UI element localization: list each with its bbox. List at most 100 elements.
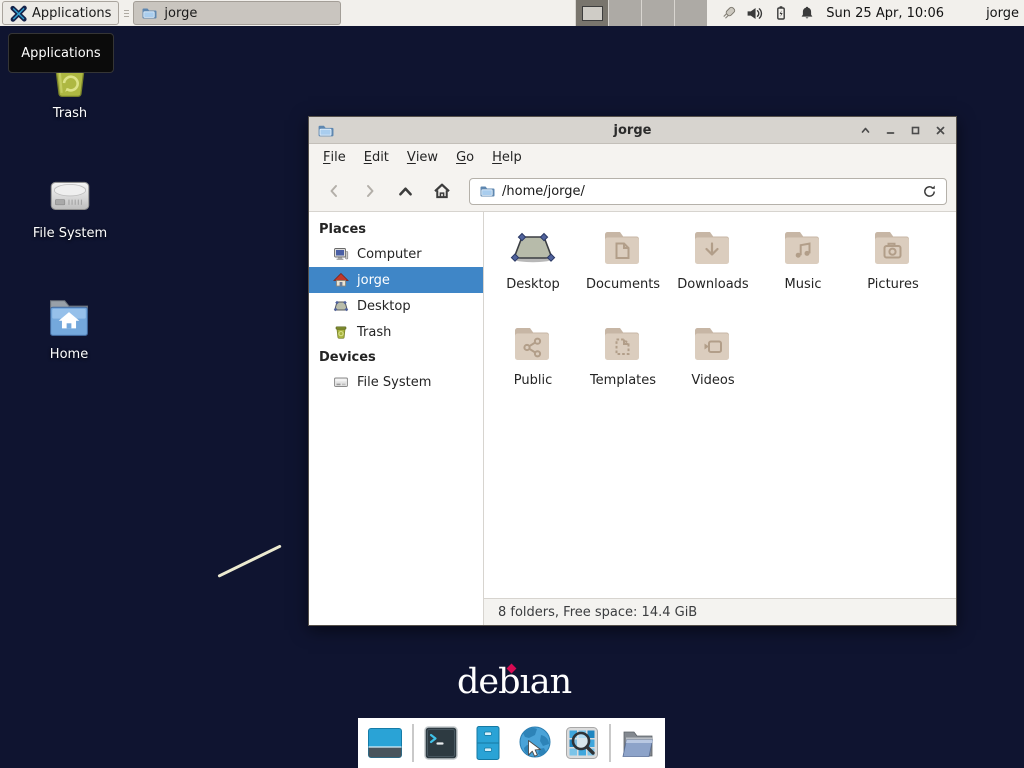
volume-icon[interactable] — [746, 5, 763, 22]
screen-artifact-line — [217, 544, 281, 577]
sidebar-item-label: Computer — [357, 247, 422, 262]
location-path[interactable]: /home/jorge/ — [502, 184, 915, 199]
menu-view[interactable]: View — [398, 144, 447, 171]
workspace-1[interactable] — [575, 0, 608, 26]
desktop-icon-file-system[interactable]: File System — [22, 172, 118, 241]
file-item-templates[interactable]: Templates — [578, 316, 668, 412]
file-cabinet-icon[interactable] — [468, 723, 508, 763]
home-folder-icon — [43, 291, 95, 343]
file-item-label: Documents — [586, 277, 660, 292]
statusbar: 8 folders, Free space: 14.4 GiB — [484, 598, 956, 625]
menu-help[interactable]: Help — [483, 144, 531, 171]
minimize-window-button[interactable] — [882, 122, 898, 138]
debian-wallpaper-logo: debıan — [457, 661, 571, 703]
web-browser-globe-icon[interactable] — [515, 723, 555, 763]
workspace-3[interactable] — [641, 0, 674, 26]
location-bar[interactable]: /home/jorge/ — [469, 178, 947, 205]
file-item-desktop[interactable]: Desktop — [488, 220, 578, 316]
sidebar-item-label: File System — [357, 375, 431, 390]
battery-icon[interactable] — [772, 5, 789, 22]
pictures-folder-icon — [869, 224, 917, 272]
workspace-switcher — [575, 0, 707, 26]
application-finder-icon[interactable] — [562, 723, 602, 763]
devices-header: Devices — [309, 345, 483, 369]
file-manager-window: jorge File Edit View Go Help — [308, 116, 957, 626]
file-item-label: Public — [514, 373, 552, 388]
sidebar-item-desktop[interactable]: Desktop — [309, 293, 483, 319]
music-folder-icon — [779, 224, 827, 272]
file-item-label: Downloads — [677, 277, 748, 292]
desktop-icon-label: Home — [50, 347, 88, 362]
places-sidebar: Places Computer — [309, 212, 484, 625]
desktop-icon-home[interactable]: Home — [21, 291, 117, 362]
toolbar: /home/jorge/ — [309, 171, 956, 212]
sidebar-item-trash[interactable]: Trash — [309, 319, 483, 345]
file-item-pictures[interactable]: Pictures — [848, 220, 938, 316]
forward-button[interactable] — [354, 176, 385, 206]
file-item-label: Pictures — [867, 277, 918, 292]
applications-menu-label: Applications — [32, 6, 111, 21]
sidebar-item-label: Trash — [357, 325, 391, 340]
sidebar-item-label: Desktop — [357, 299, 411, 314]
workspace-4[interactable] — [674, 0, 707, 26]
downloads-folder-icon — [689, 224, 737, 272]
drive-icon — [333, 374, 349, 390]
top-panel: Applications jorge — [0, 0, 1024, 26]
home-button[interactable] — [426, 176, 457, 206]
tooltip-text: Applications — [21, 46, 100, 61]
system-tray — [720, 5, 815, 22]
trash-icon — [333, 324, 349, 340]
logo-text: ı — [520, 662, 530, 702]
up-button[interactable] — [390, 176, 421, 206]
sidebar-item-file-system[interactable]: File System — [309, 369, 483, 395]
panel-user-label: jorge — [986, 6, 1019, 21]
computer-icon — [333, 246, 349, 262]
file-item-label: Desktop — [506, 277, 560, 292]
panel-grip — [121, 10, 131, 17]
workspace-2[interactable] — [608, 0, 641, 26]
applications-menu-button[interactable]: Applications — [2, 1, 119, 25]
panel-clock[interactable]: Sun 25 Apr, 10:06 — [826, 6, 944, 21]
menu-go[interactable]: Go — [447, 144, 483, 171]
notifications-bell-icon[interactable] — [798, 5, 815, 22]
back-button[interactable] — [318, 176, 349, 206]
taskbar-window-label: jorge — [164, 6, 197, 21]
file-item-downloads[interactable]: Downloads — [668, 220, 758, 316]
places-header: Places — [309, 217, 483, 241]
sidebar-item-jorge[interactable]: jorge — [309, 267, 483, 293]
menubar: File Edit View Go Help — [309, 144, 956, 171]
file-item-documents[interactable]: Documents — [578, 220, 668, 316]
reload-button[interactable] — [922, 184, 937, 199]
dock-separator — [412, 724, 414, 762]
window-titlebar[interactable]: jorge — [309, 117, 956, 144]
terminal-icon[interactable] — [421, 723, 461, 763]
statusbar-text: 8 folders, Free space: 14.4 GiB — [498, 605, 697, 620]
show-desktop-icon[interactable] — [365, 723, 405, 763]
maximize-window-button[interactable] — [907, 122, 923, 138]
close-window-button[interactable] — [932, 122, 948, 138]
file-item-videos[interactable]: Videos — [668, 316, 758, 412]
network-icon[interactable] — [720, 5, 737, 22]
menu-file[interactable]: File — [314, 144, 355, 171]
documents-folder-icon — [599, 224, 647, 272]
desktop-icon-label: File System — [33, 226, 107, 241]
desktop: Applications jorge — [0, 0, 1024, 768]
file-manager-folder-icon[interactable] — [618, 723, 658, 763]
menu-edit[interactable]: Edit — [355, 144, 398, 171]
dock-separator — [609, 724, 611, 762]
desktop-trapezoid-icon — [509, 224, 557, 272]
shade-window-button[interactable] — [857, 122, 873, 138]
desktop-icon — [333, 298, 349, 314]
taskbar-window-button[interactable]: jorge — [133, 1, 341, 25]
file-item-label: Videos — [691, 373, 734, 388]
file-item-music[interactable]: Music — [758, 220, 848, 316]
file-item-label: Music — [785, 277, 822, 292]
folder-icon — [141, 5, 157, 21]
folder-icon — [479, 183, 495, 199]
public-folder-icon — [509, 320, 557, 368]
file-item-label: Templates — [590, 373, 656, 388]
file-item-public[interactable]: Public — [488, 316, 578, 412]
videos-folder-icon — [689, 320, 737, 368]
sidebar-item-computer[interactable]: Computer — [309, 241, 483, 267]
dock — [358, 718, 665, 768]
